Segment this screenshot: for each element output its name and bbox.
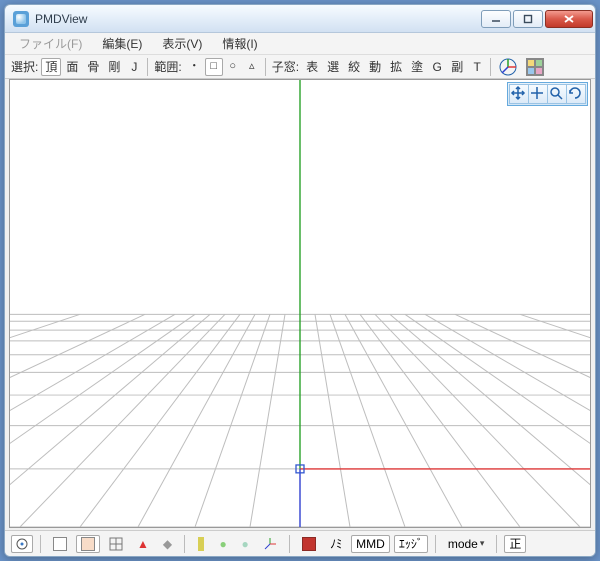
viewport-3d[interactable] xyxy=(9,79,591,528)
layer-green-button[interactable]: ● xyxy=(214,535,232,553)
camera-tools xyxy=(507,82,588,106)
range-triangle-button[interactable]: ▵ xyxy=(243,58,261,76)
menu-view[interactable]: 表示(V) xyxy=(154,33,210,54)
app-window: PMDView ファイル(F) 編集(E) 表示(V) 情報(I) 選択: 頂 … xyxy=(4,4,596,557)
menu-file[interactable]: ファイル(F) xyxy=(11,33,90,54)
quad-view-icon xyxy=(526,58,544,76)
menu-info[interactable]: 情報(I) xyxy=(214,33,265,54)
subwin-move-button[interactable]: 動 xyxy=(365,58,385,76)
subwin-select-button[interactable]: 選 xyxy=(323,58,343,76)
camera-zoom-button[interactable] xyxy=(547,84,567,104)
subwin-filter-button[interactable]: 絞 xyxy=(344,58,364,76)
target-icon xyxy=(16,538,28,550)
statusbar: ▲ ◆ ● ● ﾉﾐ MMD ｴｯｼﾞ mode ▾ 正 xyxy=(5,530,595,556)
select-label: 選択: xyxy=(9,58,40,75)
mode-label: mode xyxy=(448,537,478,551)
swatch-icon xyxy=(53,537,67,551)
dot-icon: ● xyxy=(242,537,249,551)
rhombus-icon: ◆ xyxy=(163,537,172,551)
mini-axis-icon xyxy=(263,537,277,551)
subwin-paint-button[interactable]: 塗 xyxy=(407,58,427,76)
select-face-button[interactable]: 面 xyxy=(62,58,82,76)
wireframe-icon xyxy=(109,537,123,551)
color-swatch-icon xyxy=(302,537,316,551)
bar-icon xyxy=(198,537,204,551)
close-button[interactable] xyxy=(545,10,593,28)
range-circle-button[interactable]: ○ xyxy=(224,58,242,76)
statusbar-separator xyxy=(289,535,290,553)
triangle-icon: ▲ xyxy=(137,537,149,551)
select-rigid-button[interactable]: 剛 xyxy=(104,58,124,76)
select-bone-button[interactable]: 骨 xyxy=(83,58,103,76)
knife-button[interactable]: ﾉﾐ xyxy=(325,535,347,553)
color-swatch-button[interactable] xyxy=(297,535,321,553)
window-title: PMDView xyxy=(35,12,479,26)
marker-axis-button[interactable] xyxy=(258,535,282,553)
camera-pan-button[interactable] xyxy=(509,84,529,104)
maximize-button[interactable] xyxy=(513,10,543,28)
marker-red-button[interactable]: ▲ xyxy=(132,535,154,553)
range-square-button[interactable]: □ xyxy=(205,58,223,76)
toolbar-separator xyxy=(265,58,266,76)
statusbar-separator xyxy=(496,535,497,553)
zoom-icon xyxy=(548,85,566,103)
camera-move-button[interactable] xyxy=(528,84,548,104)
menubar: ファイル(F) 編集(E) 表示(V) 情報(I) xyxy=(5,33,595,55)
dot-icon: ● xyxy=(220,537,227,551)
subwin-scale-button[interactable]: 拡 xyxy=(386,58,406,76)
minimize-button[interactable] xyxy=(481,10,511,28)
statusbar-separator xyxy=(184,535,185,553)
subwin-t-button[interactable]: T xyxy=(468,58,486,76)
camera-rotate-button[interactable] xyxy=(566,84,586,104)
subwin-sub-button[interactable]: 副 xyxy=(447,58,467,76)
target-mode-button[interactable] xyxy=(11,535,33,553)
range-dot-button[interactable]: ・ xyxy=(185,58,204,76)
app-icon xyxy=(13,11,29,27)
toolbar-separator xyxy=(490,58,491,76)
layer-cyan-button[interactable]: ● xyxy=(236,535,254,553)
pan-icon xyxy=(510,85,528,103)
move-icon xyxy=(529,85,547,103)
subwin-display-button[interactable]: 表 xyxy=(302,58,322,76)
ortho-button[interactable]: 正 xyxy=(504,535,526,553)
chevron-down-icon: ▾ xyxy=(480,538,485,549)
minimize-icon xyxy=(491,14,501,24)
quad-view-button[interactable] xyxy=(522,58,548,76)
maximize-icon xyxy=(523,14,533,24)
shade-flat-button[interactable] xyxy=(48,535,72,553)
select-j-button[interactable]: J xyxy=(125,58,143,76)
shade-wire-button[interactable] xyxy=(104,535,128,553)
toolbar: 選択: 頂 面 骨 剛 J 範囲: ・ □ ○ ▵ 子窓: 表 選 絞 動 拡 … xyxy=(5,55,595,79)
shade-skin-button[interactable] xyxy=(76,535,100,553)
axis-gizmo-icon xyxy=(499,58,517,76)
statusbar-separator xyxy=(435,535,436,553)
titlebar[interactable]: PMDView xyxy=(5,5,595,33)
menu-edit[interactable]: 編集(E) xyxy=(94,33,150,54)
mode-dropdown[interactable]: mode ▾ xyxy=(443,535,490,553)
edge-button[interactable]: ｴｯｼﾞ xyxy=(394,535,428,553)
viewport-canvas xyxy=(10,80,590,527)
mmd-button[interactable]: MMD xyxy=(351,535,390,553)
window-buttons xyxy=(479,10,593,28)
statusbar-separator xyxy=(40,535,41,553)
subwin-g-button[interactable]: G xyxy=(428,58,446,76)
rotate-icon xyxy=(567,85,585,103)
range-label: 範囲: xyxy=(152,58,183,75)
toolbar-separator xyxy=(147,58,148,76)
subwin-label: 子窓: xyxy=(270,58,301,75)
swatch-icon xyxy=(81,537,95,551)
select-vertex-button[interactable]: 頂 xyxy=(41,58,61,76)
layer-yellow-button[interactable] xyxy=(192,535,210,553)
axis-orientation-button[interactable] xyxy=(495,58,521,76)
close-icon xyxy=(563,14,575,24)
marker-grey-button[interactable]: ◆ xyxy=(158,535,177,553)
